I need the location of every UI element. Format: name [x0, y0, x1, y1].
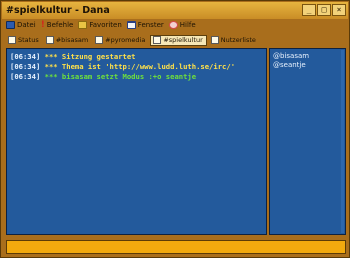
tab-label: Status [18, 36, 39, 44]
tab-label: #pyromedia [105, 36, 146, 44]
window-icon [126, 21, 136, 29]
message-input[interactable] [6, 240, 346, 254]
maximize-button[interactable]: □ [317, 4, 331, 16]
menu-label: Fenster [137, 21, 164, 29]
exclamation-icon: ! [40, 20, 45, 30]
message-text: *** Sitzung gestartet [44, 52, 136, 61]
window-controls: _ □ × [302, 4, 346, 16]
menu-favoriten[interactable]: Favoriten [78, 21, 124, 29]
nick-item[interactable]: @seantje [273, 61, 342, 70]
menu-fenster[interactable]: Fenster [126, 21, 167, 29]
menu-bar: Datei ! Befehle Favoriten Fenster Hilfe [3, 18, 350, 32]
window-icon [45, 36, 54, 44]
message-text: *** bisasam setzt Modus :+o seantje [44, 72, 197, 81]
window-title: #spielkultur - Dana [6, 5, 110, 16]
chat-log[interactable]: [06:34] *** Sitzung gestartet [06:34] **… [6, 48, 267, 235]
tab-status[interactable]: Status [6, 35, 42, 46]
tab-label: #spielkultur [163, 36, 203, 44]
message-text: *** Thema ist 'http://www.ludd.luth.se/i… [44, 62, 236, 71]
nick-list[interactable]: @bisasam @seantje [269, 48, 346, 235]
window-icon [8, 36, 16, 44]
window-icon [153, 36, 162, 44]
tab-spielkultur[interactable]: #spielkultur [150, 34, 207, 46]
window-icon [95, 36, 104, 44]
tab-bisasam[interactable]: #bisasam [44, 35, 91, 46]
tab-pyromedia[interactable]: #pyromedia [93, 35, 148, 46]
menu-label: Befehle [46, 21, 74, 29]
close-button[interactable]: × [332, 4, 346, 16]
menu-hilfe[interactable]: Hilfe [168, 21, 199, 29]
help-no-icon [168, 21, 178, 29]
timestamp: [06:34] [10, 52, 41, 61]
tab-label: #bisasam [55, 36, 89, 44]
chat-message: [06:34] *** bisasam setzt Modus :+o sean… [10, 72, 263, 82]
menu-label: Favoriten [89, 21, 122, 29]
menu-befehle[interactable]: ! Befehle [40, 20, 77, 30]
disk-icon [6, 21, 15, 29]
menu-datei[interactable]: Datei [6, 21, 39, 29]
title-bar[interactable]: #spielkultur - Dana _ □ × [2, 2, 348, 19]
window-icon [210, 36, 219, 44]
timestamp: [06:34] [10, 72, 41, 81]
minimize-button[interactable]: _ [302, 4, 316, 16]
menu-label: Hilfe [179, 21, 196, 29]
tab-label: Nutzerliste [220, 36, 256, 44]
chat-message: [06:34] *** Sitzung gestartet [10, 52, 263, 62]
nick-item[interactable]: @bisasam [273, 52, 342, 61]
app-window: #spielkultur - Dana _ □ × Datei ! Befehl… [0, 0, 350, 258]
menu-label: Datei [17, 21, 36, 29]
tab-nutzerliste[interactable]: Nutzerliste [209, 35, 259, 46]
switch-bar: Status #bisasam #pyromedia #spielkultur … [3, 33, 350, 47]
timestamp: [06:34] [10, 62, 41, 71]
scrollbar[interactable] [341, 50, 344, 233]
chat-message: [06:34] *** Thema ist 'http://www.ludd.l… [10, 62, 263, 72]
folder-icon [78, 21, 88, 29]
